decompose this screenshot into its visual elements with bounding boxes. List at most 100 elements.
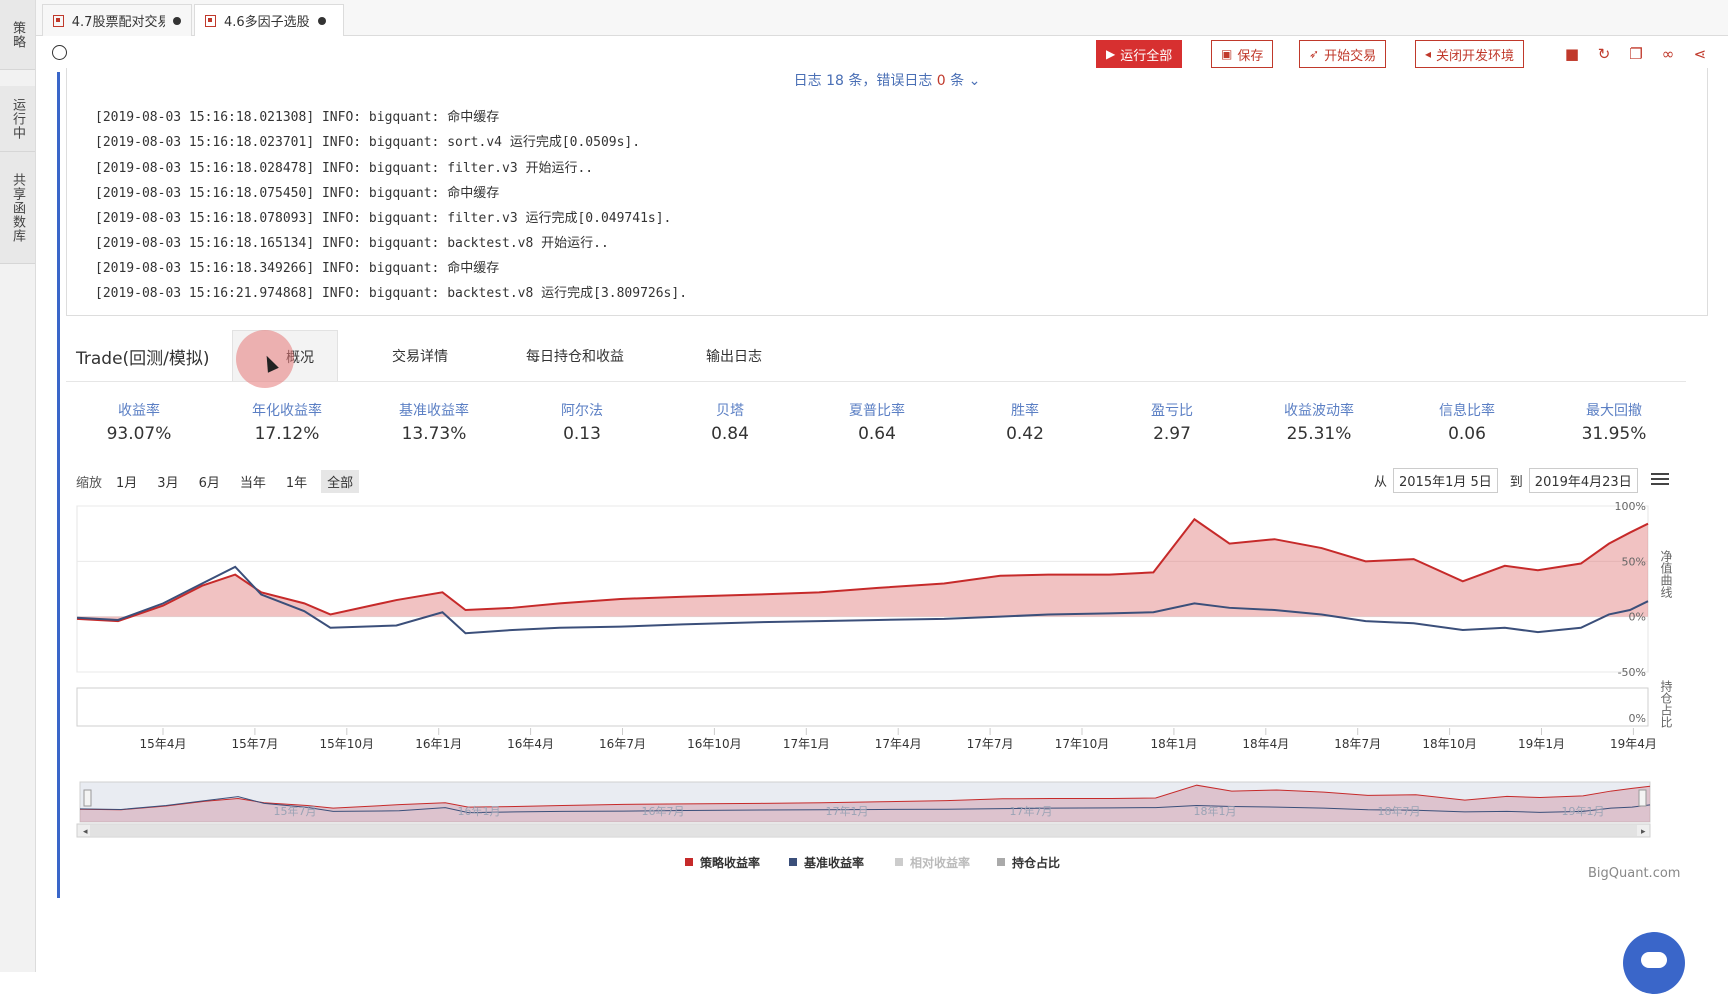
metric-value: 25.31% [1286, 424, 1352, 444]
run-all-label: 运行全部 [1120, 48, 1173, 64]
zoom-1m-button[interactable]: 1月 [110, 470, 143, 493]
x-tick-label: 16年4月 [507, 737, 554, 751]
x-tick-label: 16年7月 [599, 737, 646, 751]
navigator-strategy-area [80, 785, 1650, 822]
link-icon[interactable]: ∞ [1658, 44, 1678, 64]
left-sidebar: 策略 运行中 共享函数库 [0, 0, 36, 972]
stop-icon[interactable]: ■ [1562, 44, 1582, 64]
tab-output-log[interactable]: 输出日志 [684, 330, 784, 382]
log-summary-toggle[interactable]: 日志 18 条，错误日志 0 条 ⌄ [67, 70, 1707, 90]
x-tick-label: 15年7月 [231, 737, 278, 751]
sidebar-tab-label: 运行中 [10, 97, 25, 140]
start-trading-button[interactable]: ➶ 开始交易 [1299, 40, 1387, 68]
log-line: [2019-08-03 15:16:18.078093] INFO: bigqu… [95, 211, 672, 226]
navigator-tick-label: 18年7月 [1378, 804, 1421, 818]
legend-item: 持仓占比 [1012, 855, 1060, 870]
sidebar-tab-label: 策略 [10, 20, 25, 49]
navigator-tick-label: 18年1月 [1194, 804, 1237, 818]
sidebar-tab-strategy[interactable]: 策略 [0, 0, 35, 70]
x-tick-label: 17年4月 [875, 737, 922, 751]
legend-swatch [997, 858, 1005, 866]
navigator-left-handle [83, 789, 92, 807]
benchmark-return-line [76, 565, 1649, 635]
metric-label: 基准收益率 [399, 403, 469, 419]
metric-label: 盈亏比 [1151, 403, 1193, 419]
tabs-divider [66, 381, 1686, 382]
metric-label: 收益率 [118, 403, 160, 419]
sidebar-tab-shared-functions[interactable]: 共享函数库 [0, 152, 35, 264]
log-line: [2019-08-03 15:16:18.349266] INFO: bigqu… [95, 261, 500, 276]
notebook-toolbar: ▶ 运行全部 ▣ 保存 ➶ 开始交易 ◂ 关闭开发环境 ■ ↻ ❐ ∞ ⋖ [36, 36, 1728, 72]
play-icon: ▶ [1106, 47, 1116, 61]
x-tick-label: 17年7月 [967, 737, 1014, 751]
log-line: [2019-08-03 15:16:21.974868] INFO: bigqu… [95, 286, 688, 301]
sidebar-tab-label: 共享函数库 [10, 172, 25, 243]
tab-daily-positions[interactable]: 每日持仓和收益 [510, 330, 640, 382]
x-tick-label: 16年10月 [687, 737, 742, 751]
legend-swatch [685, 858, 693, 866]
zoom-1y-button[interactable]: 1年 [280, 470, 313, 493]
chart-menu-icon[interactable] [1651, 473, 1669, 487]
save-button[interactable]: ▣ 保存 [1211, 40, 1274, 68]
zoom-ytd-button[interactable]: 当年 [234, 470, 272, 493]
navigator-tick-label: 19年1月 [1562, 804, 1605, 818]
metric-benchmark-return: 基准收益率 13.73% [364, 400, 504, 444]
legend-item: 策略收益率 [700, 855, 760, 870]
position-tick-label: 0% [1629, 712, 1646, 725]
run-all-button[interactable]: ▶ 运行全部 [1096, 40, 1183, 68]
navigator-scrollbar [76, 823, 1651, 838]
notebook-tab-title: 4.7股票配对交易 [71, 15, 166, 30]
x-tick-label: 15年10月 [320, 737, 375, 751]
metric-label: 信息比率 [1439, 403, 1495, 419]
share-icon[interactable]: ⋖ [1690, 44, 1710, 64]
tab-trade-details[interactable]: 交易详情 [370, 330, 470, 382]
navigator-tick-label: 17年1月 [826, 804, 869, 818]
zoom-3m-button[interactable]: 3月 [151, 470, 184, 493]
close-env-label: 关闭开发环境 [1436, 48, 1515, 64]
metric-value: 93.07% [106, 424, 172, 444]
navigator-right-handle [1638, 789, 1647, 807]
zoom-label: 缩放 [76, 475, 103, 491]
notebook-tab-multifactor[interactable]: 4.6多因子选股 [194, 4, 344, 36]
metric-label: 收益波动率 [1284, 403, 1354, 419]
log-error-count: 0 [936, 73, 946, 89]
metric-volatility: 收益波动率 25.31% [1249, 400, 1389, 444]
navigator-strategy-line [79, 784, 1651, 811]
close-env-button[interactable]: ◂ 关闭开发环境 [1415, 40, 1525, 68]
rocket-icon: ➶ [1309, 47, 1320, 61]
y-tick-label: 50% [1622, 555, 1646, 568]
zoom-6m-button[interactable]: 6月 [193, 470, 226, 493]
metric-value: 2.97 [1153, 424, 1191, 444]
metric-sharpe: 夏普比率 0.64 [807, 400, 947, 444]
y-tick-label: 100% [1615, 500, 1646, 513]
y-tick-label: 0% [1629, 611, 1646, 624]
copy-icon[interactable]: ❐ [1626, 44, 1646, 64]
metric-label: 胜率 [1011, 403, 1039, 419]
metric-value: 0.13 [563, 424, 601, 444]
navigator-tick-label: 17年7月 [1010, 804, 1053, 818]
metric-alpha: 阿尔法 0.13 [512, 400, 652, 444]
range-from-input[interactable]: 2015年1月 5日 [1393, 467, 1498, 493]
range-to-input[interactable]: 2019年4月23日 [1528, 467, 1638, 493]
metric-label: 贝塔 [716, 403, 744, 419]
metric-value: 0.84 [711, 424, 749, 444]
metric-annual-return: 年化收益率 17.12% [217, 400, 357, 444]
metric-information-ratio: 信息比率 0.06 [1397, 400, 1537, 444]
x-tick-label: 18年7月 [1334, 737, 1381, 751]
metric-value: 31.95% [1581, 424, 1647, 444]
notebook-tab-pair-trading[interactable]: 4.7股票配对交易 [42, 4, 192, 36]
x-tick-label: 16年1月 [415, 737, 462, 751]
zoom-all-button[interactable]: 全部 [321, 469, 360, 493]
chat-support-icon[interactable] [1623, 932, 1685, 994]
sidebar-tab-running[interactable]: 运行中 [0, 86, 35, 152]
zoom-selector: 缩放 1月 3月 6月 当年 1年 全部 [76, 469, 360, 493]
position-axis-label: 持仓占比 [1659, 679, 1673, 729]
log-summary-prefix: 日志 18 条，错误日志 [793, 73, 933, 89]
x-tick-label: 19年1月 [1518, 737, 1565, 751]
start-trading-label: 开始交易 [1324, 48, 1377, 64]
legend-swatch [895, 858, 903, 866]
unsaved-dot-icon [317, 16, 326, 25]
metric-label: 夏普比率 [849, 403, 905, 419]
unsaved-dot-icon [173, 16, 181, 25]
restart-icon[interactable]: ↻ [1594, 44, 1614, 64]
